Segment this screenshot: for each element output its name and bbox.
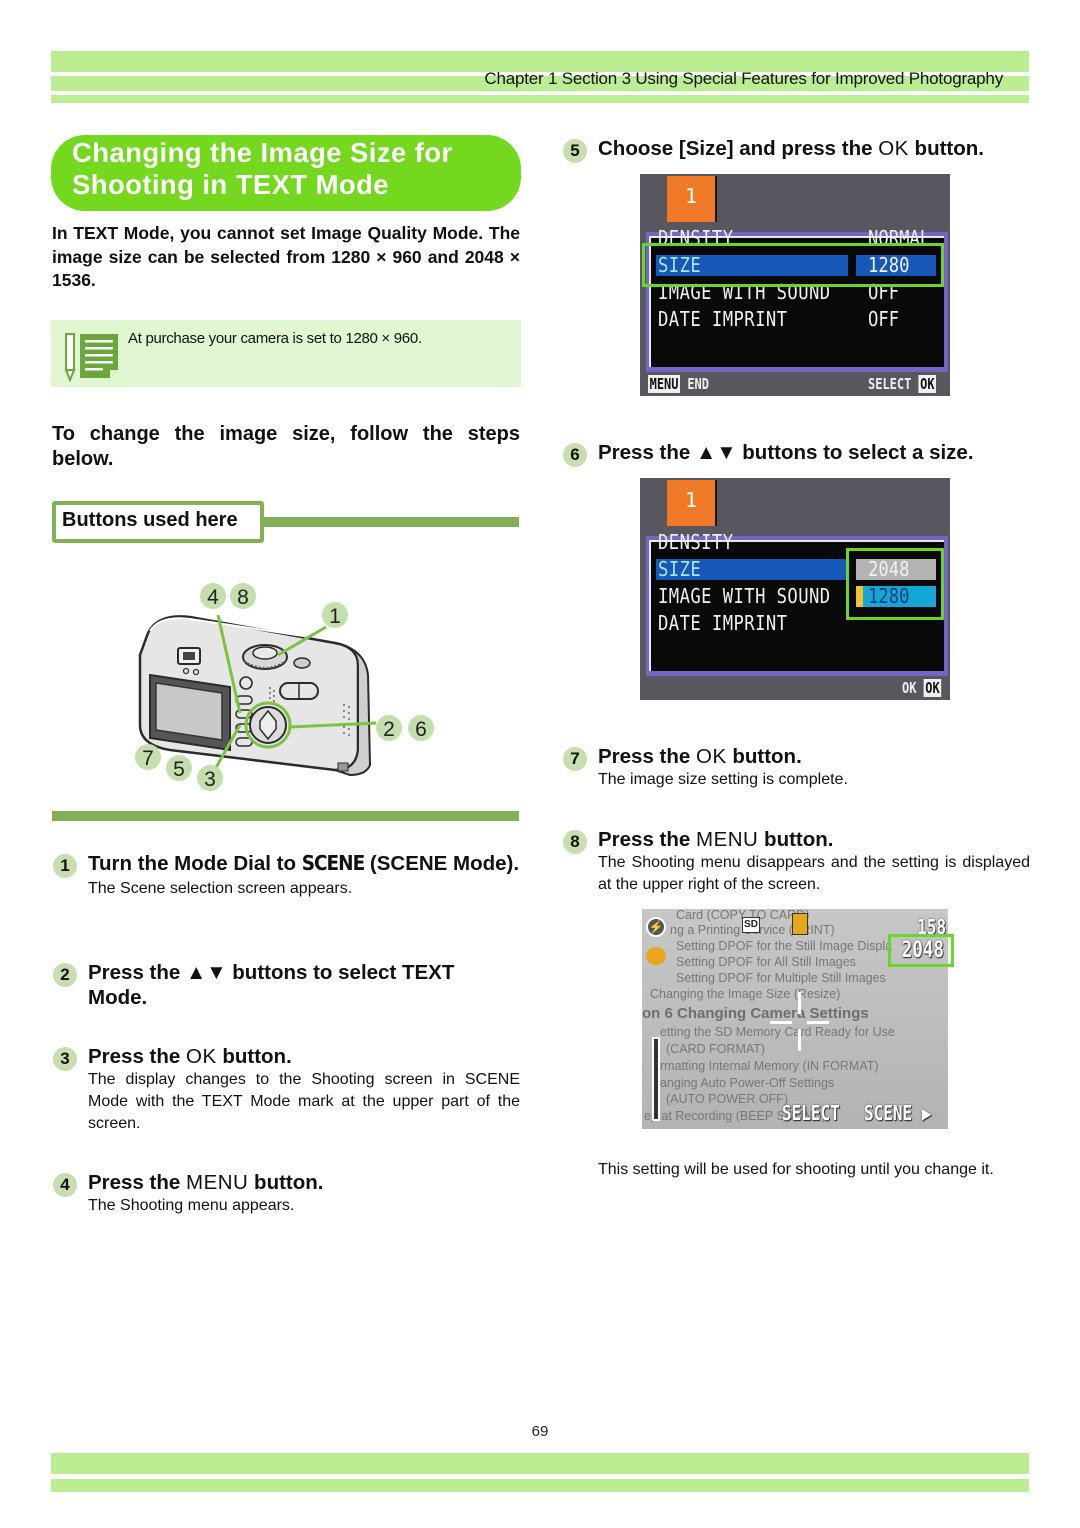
menu-tab: 1 [667, 480, 717, 526]
memo-pencil-icon [64, 333, 118, 382]
step-heading: Choose [Size] and press the OK button. [598, 137, 984, 160]
step-heading: Press the OK button. [88, 1045, 292, 1068]
callout-7: 7 [135, 744, 161, 770]
svg-text:7: 7 [142, 747, 154, 770]
step-body: The image size setting is complete. [598, 771, 848, 788]
svg-text:1: 1 [329, 605, 341, 628]
lead-paragraph: To change the image size, follow the ste… [52, 423, 520, 470]
page-title-line-2: Shooting in TEXT Mode [72, 169, 389, 200]
step-body: The Shooting menu appears. [88, 1197, 295, 1214]
step-3: 3 Press the OK button. The display chang… [53, 1044, 520, 1135]
scene-label: SCENE ▶ [864, 1101, 932, 1125]
step-number: 3 [53, 1047, 77, 1071]
callout-4: 4 [200, 583, 226, 609]
step-number: 7 [563, 747, 587, 771]
screen-footer: OK OK [640, 676, 950, 700]
step-2: 2 Press the ▲▼ buttons to select TEXT Mo… [53, 960, 520, 1010]
footer-bar-1 [51, 1453, 1029, 1474]
step-body: The Scene selection screen appears. [88, 880, 353, 897]
section-divider [52, 811, 519, 821]
step-heading: Press the ▲▼ buttons to select TEXT Mode… [88, 961, 455, 1009]
buttons-used-label: Buttons used here [52, 501, 264, 543]
menu-row-label: DATE IMPRINT [658, 307, 788, 331]
step-4: 4 Press the MENU button. The Shooting me… [53, 1170, 520, 1217]
callout-1: 1 [322, 602, 348, 628]
zoom-bar [652, 1037, 660, 1121]
menu-row-label: DATE IMPRINT [658, 611, 788, 635]
step-heading: Press the MENU button. [598, 828, 834, 851]
page-number: 69 [531, 1423, 549, 1440]
macro-icon [646, 947, 666, 965]
step-8: 8 Press the MENU button. The Shooting me… [563, 827, 1033, 896]
note-text: At purchase your camera is set to 1280 ×… [128, 330, 422, 347]
flash-off-icon: ⚡ [646, 917, 666, 937]
step-number: 2 [53, 963, 77, 987]
step-number: 6 [563, 443, 587, 467]
callout-6: 6 [408, 715, 434, 741]
step-1: 1 Turn the Mode Dial to SCENE (SCENE Mod… [53, 851, 520, 900]
highlight-box [846, 548, 944, 620]
note-box: At purchase your camera is set to 1280 ×… [51, 320, 521, 387]
chapter-heading: Chapter 1 Section 3 Using Special Featur… [484, 69, 1003, 88]
page-title-line-1: Changing the Image Size for [72, 137, 453, 168]
step-heading: Press the MENU button. [88, 1171, 324, 1194]
step-5: 5 Choose [Size] and press the OK button. [563, 136, 1033, 163]
step-heading: Turn the Mode Dial to SCENE (SCENE Mode)… [88, 851, 520, 875]
callout-2: 2 [376, 715, 402, 741]
step-7: 7 Press the OK button. The image size se… [563, 744, 1033, 791]
camera-illustration: 4 8 1 2 6 7 5 3 [135, 583, 434, 791]
header-bar-3 [51, 95, 1029, 103]
step-heading: Press the OK button. [598, 745, 802, 768]
footer-bar-2 [51, 1479, 1029, 1492]
svg-text:2: 2 [383, 718, 395, 741]
closing-note: This setting will be used for shooting u… [563, 1159, 1033, 1181]
step-heading: Press the ▲▼ buttons to select a size. [598, 441, 974, 464]
menu-row-label: DENSITY [658, 530, 734, 554]
intro-paragraph: In TEXT Mode, you cannot set Image Quali… [52, 223, 520, 290]
highlight-box [888, 934, 954, 967]
highlight-box [642, 243, 944, 287]
callout-8: 8 [230, 583, 256, 609]
step-number: 8 [563, 830, 587, 854]
step-number: 5 [563, 139, 587, 163]
svg-text:4: 4 [207, 586, 219, 609]
menu-row-label: IMAGE WITH SOUND [658, 584, 831, 608]
select-label: SELECT [782, 1101, 840, 1125]
svg-text:8: 8 [237, 586, 249, 609]
buttons-used-rule [260, 517, 519, 527]
step-number: 1 [53, 854, 77, 878]
step-body: The display changes to the Shooting scre… [88, 1071, 520, 1132]
menu-row-label: SIZE [658, 557, 702, 581]
closing-text: This setting will be used for shooting u… [598, 1161, 994, 1178]
step-body: The Shooting menu disappears and the set… [598, 854, 1030, 893]
callout-5: 5 [166, 755, 192, 781]
sd-card-icon: SD [742, 917, 760, 933]
svg-text:6: 6 [415, 718, 427, 741]
svg-text:3: 3 [204, 768, 216, 791]
screen-footer: MENU END SELECT OK [640, 372, 950, 396]
step-6: 6 Press the ▲▼ buttons to select a size. [563, 440, 1033, 467]
menu-row-value: OFF [868, 307, 900, 331]
step-number: 4 [53, 1173, 77, 1197]
menu-tab: 1 [667, 176, 717, 222]
svg-text:5: 5 [173, 758, 185, 781]
page-title: Changing the Image Size for Shooting in … [51, 135, 521, 211]
callout-3: 3 [197, 765, 223, 791]
text-mode-icon [792, 913, 808, 935]
